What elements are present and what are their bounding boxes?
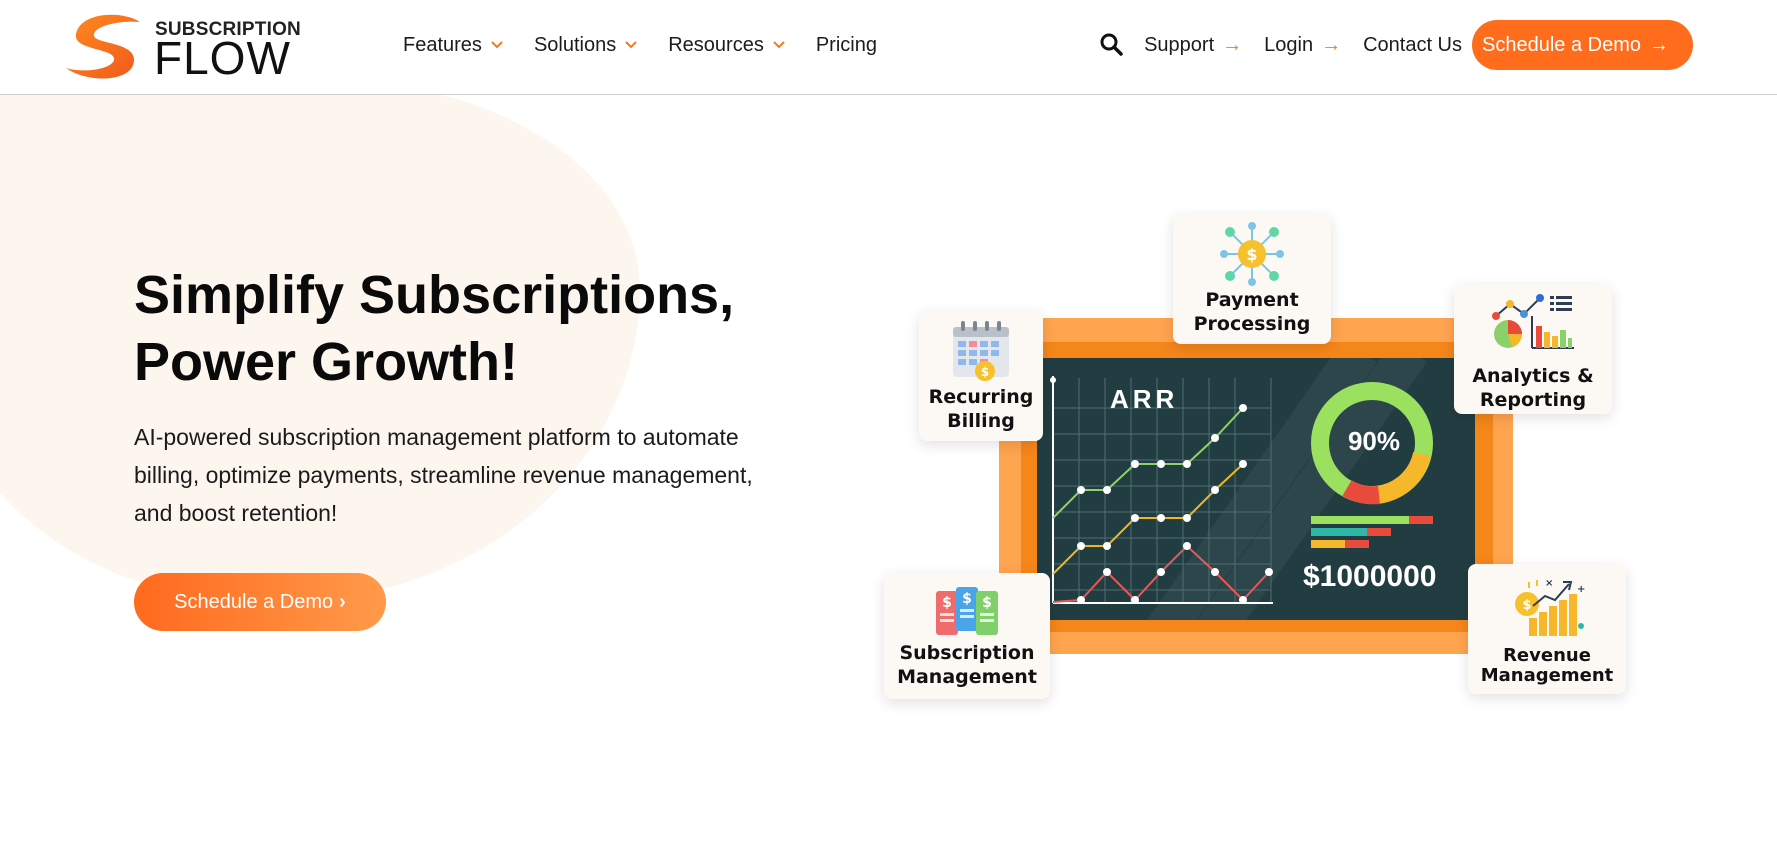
logo[interactable]: SUBSCRIPTION FLOW	[62, 12, 301, 84]
arrow-right-icon: →	[1649, 33, 1669, 56]
board-title: ARR	[1110, 384, 1179, 414]
card-title-line-2: Processing	[1193, 313, 1311, 335]
chevron-down-icon	[773, 41, 785, 49]
card-revenue-management: $ × + Revenue Management	[1468, 564, 1626, 694]
hero-title: Simplify Subscriptions, Power Growth!	[134, 262, 784, 396]
search-button[interactable]	[1098, 31, 1126, 59]
support-label: Support	[1144, 33, 1215, 56]
chevron-down-icon	[625, 41, 637, 49]
card-title-line-1: Recurring	[928, 386, 1034, 408]
nav-item-label: Solutions	[533, 33, 617, 56]
svg-text:$: $	[982, 595, 992, 611]
card-subscription-management: $ $ $ Subscription Management	[884, 573, 1050, 699]
card-title-line-2: Billing	[947, 410, 1015, 432]
chevron-down-icon	[491, 41, 503, 49]
card-title-line-2: Reporting	[1479, 389, 1587, 411]
nav-item-label: Features	[403, 33, 482, 56]
card-title-line-2: Management	[897, 666, 1037, 688]
nav-item-features[interactable]: Features	[395, 24, 512, 66]
dashboard-board: ARR 90% $1000000	[1037, 358, 1475, 620]
support-link[interactable]: Support →	[1144, 34, 1242, 57]
main-nav: Features Solutions Resources Pricing	[395, 24, 899, 66]
logo-main-text: FLOW	[154, 32, 291, 84]
logo-swoosh-icon	[66, 14, 140, 79]
schedule-demo-label: Schedule a Demo	[174, 590, 334, 613]
nav-item-pricing[interactable]: Pricing	[808, 24, 885, 66]
contact-label: Contact Us	[1363, 33, 1463, 56]
nav-item-resources[interactable]: Resources	[660, 24, 794, 66]
arrow-right-icon: →	[1321, 33, 1342, 56]
hero-title-line-1: Simplify Subscriptions,	[134, 265, 735, 325]
arr-amount: $1000000	[1303, 560, 1437, 593]
calendar-icon: $	[953, 321, 1009, 381]
donut-percent: 90%	[1347, 426, 1401, 456]
svg-text:×: ×	[1545, 578, 1553, 589]
svg-text:$: $	[962, 591, 972, 607]
revenue-growth-icon: $ × +	[1515, 578, 1585, 636]
schedule-demo-label: Schedule a Demo	[1482, 33, 1641, 56]
payment-network-icon: $	[1220, 222, 1284, 286]
card-title-line-1: Subscription	[899, 642, 1035, 664]
svg-text:$: $	[981, 365, 989, 379]
arrow-right-icon: →	[1222, 33, 1243, 56]
card-title-line-1: Revenue	[1503, 645, 1591, 666]
card-recurring-billing: $ Recurring Billing	[919, 311, 1043, 441]
nav-item-label: Pricing	[815, 33, 877, 56]
svg-text:$: $	[942, 595, 952, 611]
utility-nav: Support → Login → Contact Us Schedule a …	[1098, 20, 1693, 70]
card-title-line-1: Analytics &	[1472, 365, 1594, 387]
card-payment-processing: $ Payment Processing	[1173, 214, 1331, 344]
site-header: SUBSCRIPTION FLOW Features Solutions Res…	[0, 0, 1777, 95]
invoices-icon: $ $ $	[936, 587, 998, 635]
schedule-demo-hero-button[interactable]: Schedule a Demo ›	[134, 573, 386, 631]
login-link[interactable]: Login →	[1264, 34, 1341, 57]
contact-us-link[interactable]: Contact Us	[1363, 34, 1462, 57]
svg-text:$: $	[1522, 598, 1531, 613]
analytics-icon	[1492, 294, 1574, 349]
nav-item-label: Resources	[668, 33, 764, 56]
card-title-line-2: Management	[1480, 665, 1614, 686]
login-label: Login	[1264, 33, 1314, 56]
card-analytics-reporting: Analytics & Reporting	[1454, 284, 1612, 414]
hero-subtitle: AI-powered subscription management platf…	[134, 424, 753, 526]
svg-text:$: $	[1246, 245, 1257, 264]
schedule-demo-header-button[interactable]: Schedule a Demo →	[1472, 20, 1693, 70]
search-icon	[1100, 33, 1123, 56]
hero-title-line-2: Power Growth!	[134, 332, 519, 392]
nav-item-solutions[interactable]: Solutions	[526, 24, 646, 66]
card-title-line-1: Payment	[1205, 289, 1299, 311]
chevron-right-icon: ›	[339, 590, 346, 613]
svg-text:+: +	[1577, 584, 1585, 595]
